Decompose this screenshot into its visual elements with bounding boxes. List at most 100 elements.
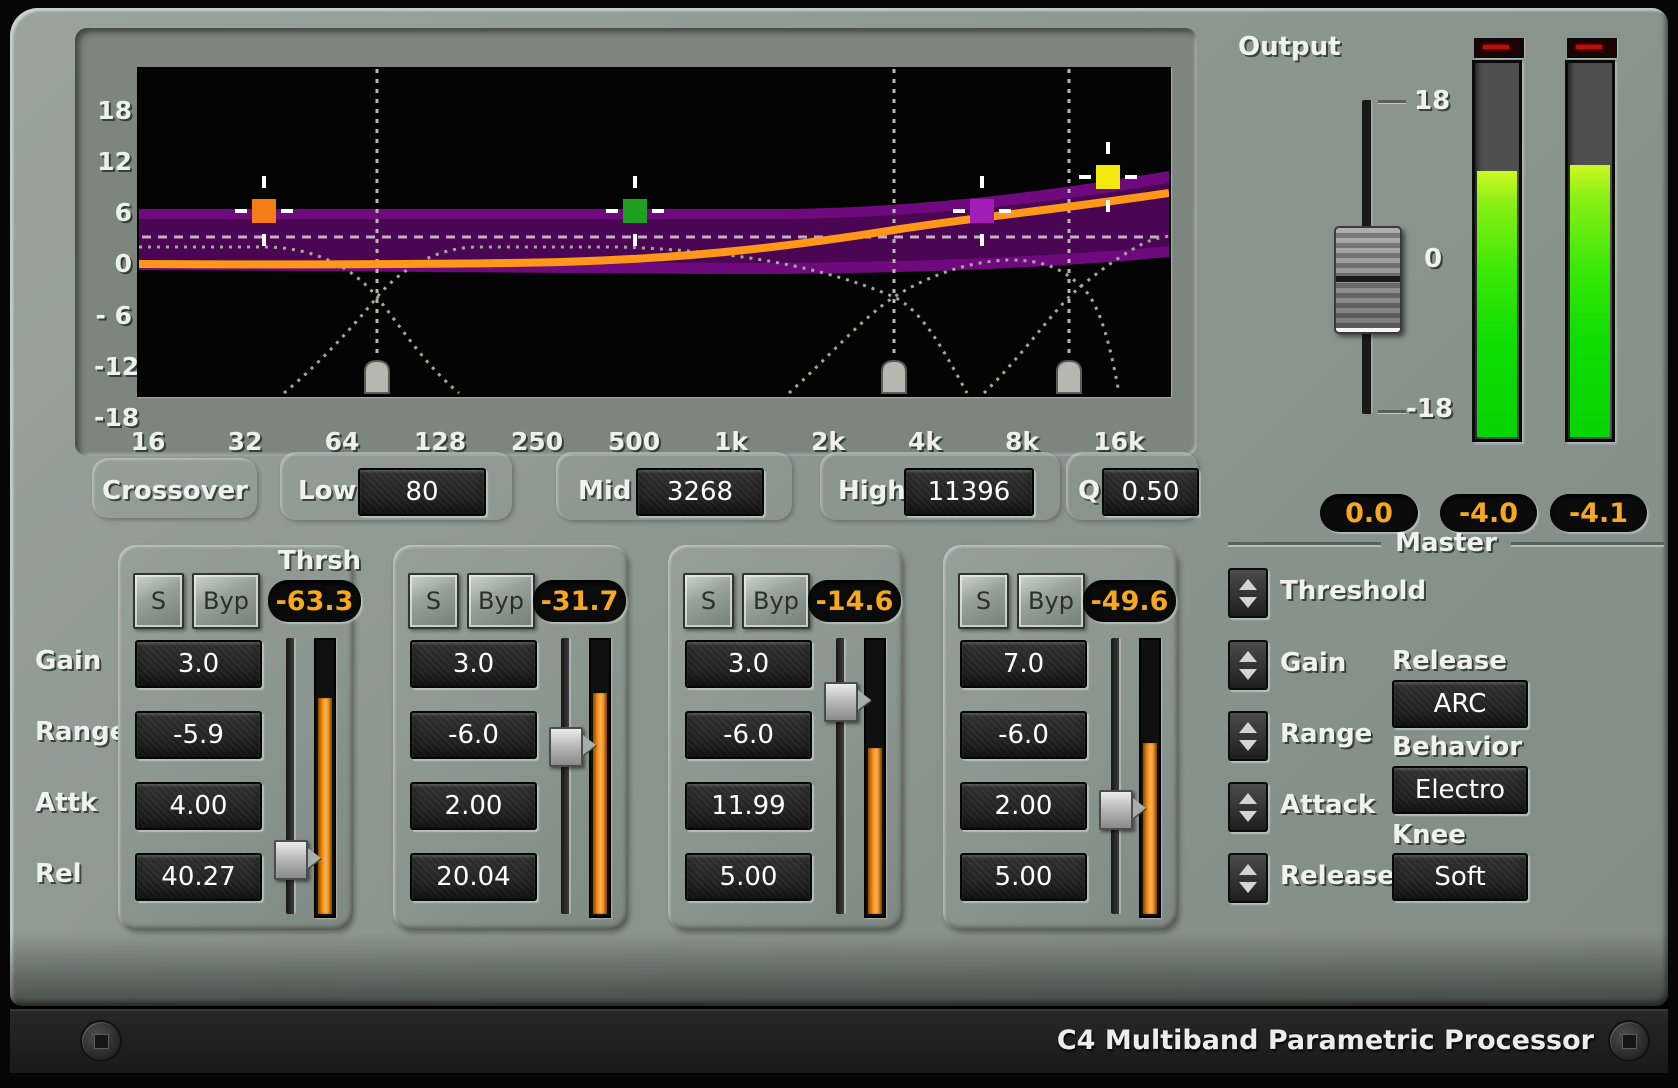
eq-curves	[139, 69, 1169, 395]
band4-gain-field[interactable]: 7.0	[960, 640, 1087, 688]
band2-range-field[interactable]: -6.0	[410, 711, 537, 759]
band2-threshold-track[interactable]	[561, 638, 571, 914]
master-threshold-spinner[interactable]	[1228, 568, 1268, 618]
clip-led-left[interactable]	[1474, 38, 1524, 58]
crossover-handle-low[interactable]	[365, 361, 389, 393]
band1-release-field[interactable]: 40.27	[135, 853, 262, 901]
band1-threshold-knob[interactable]	[274, 840, 308, 880]
range-row-label: Range	[35, 717, 127, 747]
output-scale-mid: 0	[1424, 244, 1442, 274]
clip-led-right[interactable]	[1567, 38, 1617, 58]
q-label: Q	[1078, 476, 1100, 506]
release-mode-button[interactable]: ARC	[1392, 680, 1528, 728]
plugin-title: C4 Multiband Parametric Processor	[1057, 1009, 1594, 1073]
band4-release-field[interactable]: 5.00	[960, 853, 1087, 901]
band2-threshold-readout[interactable]: -31.7	[533, 580, 626, 622]
fader-tick-top	[1378, 100, 1406, 103]
y-tick: - 6	[94, 301, 132, 330]
band3-threshold-track[interactable]	[836, 638, 846, 914]
master-release-label: Release	[1280, 861, 1395, 891]
q-field[interactable]: 0.50	[1102, 468, 1199, 516]
band3-release-field[interactable]: 5.00	[685, 853, 812, 901]
meter-fill-right	[1570, 165, 1610, 437]
output-scale-bottom: -18	[1406, 394, 1453, 424]
x-tick: 16	[113, 427, 183, 456]
waves-logo-icon	[80, 1020, 122, 1062]
band4-threshold-readout[interactable]: -49.6	[1083, 580, 1176, 622]
band3-threshold-readout[interactable]: -14.6	[808, 580, 901, 622]
band4-reduction-fill	[1143, 743, 1157, 914]
band3-gain-field[interactable]: 3.0	[685, 640, 812, 688]
master-gain-spinner[interactable]	[1228, 640, 1268, 690]
band2-gain-field[interactable]: 3.0	[410, 640, 537, 688]
band1-solo-button[interactable]: S	[133, 573, 184, 629]
fader-tick-bottom	[1378, 410, 1406, 413]
master-title: Master	[1395, 528, 1497, 558]
crossover-handle-high[interactable]	[1057, 361, 1081, 393]
band2-bypass-button[interactable]: Byp	[467, 573, 535, 629]
band2-reduction-fill	[593, 693, 607, 914]
band4-bypass-button[interactable]: Byp	[1017, 573, 1085, 629]
band1-bypass-button[interactable]: Byp	[192, 573, 260, 629]
knee-button[interactable]: Soft	[1392, 853, 1528, 901]
band3-solo-button[interactable]: S	[683, 573, 734, 629]
band1-reduction-fill	[318, 698, 332, 914]
band4-threshold-track[interactable]	[1111, 638, 1121, 914]
x-tick: 250	[502, 427, 572, 456]
master-attack-spinner[interactable]	[1228, 782, 1268, 832]
band3-attack-field[interactable]: 11.99	[685, 782, 812, 830]
y-tick: 0	[94, 249, 132, 278]
crossover-handle-mid[interactable]	[882, 361, 906, 393]
band1-thresh-label: Thrsh	[278, 546, 361, 576]
peak-readout-left[interactable]: -4.0	[1440, 494, 1537, 532]
master-range-spinner[interactable]	[1228, 711, 1268, 761]
master-gain-label: Gain	[1280, 648, 1346, 678]
band3-reduction-fill	[868, 748, 882, 914]
y-tick: -12	[94, 352, 132, 381]
high-label: High	[838, 476, 906, 506]
title-bar: C4 Multiband Parametric Processor	[10, 1006, 1668, 1073]
low-crossover-field[interactable]: 80	[358, 468, 486, 516]
band4-attack-field[interactable]: 2.00	[960, 782, 1087, 830]
band1-gain-field[interactable]: 3.0	[135, 640, 262, 688]
band2-reduction-meter	[589, 638, 611, 918]
mid-crossover-field[interactable]: 3268	[636, 468, 764, 516]
waves-logo-icon	[1608, 1020, 1650, 1062]
y-tick: 12	[94, 147, 132, 176]
master-release-spinner[interactable]	[1228, 853, 1268, 903]
master-threshold-label: Threshold	[1280, 576, 1426, 606]
band3-range-field[interactable]: -6.0	[685, 711, 812, 759]
band3-reduction-meter	[864, 638, 886, 918]
band3-bypass-button[interactable]: Byp	[742, 573, 810, 629]
behavior-button[interactable]: Electro	[1392, 766, 1528, 814]
output-scale-top: 18	[1414, 86, 1450, 116]
band3-threshold-knob[interactable]	[824, 682, 858, 722]
band4-solo-button[interactable]: S	[958, 573, 1009, 629]
mid-label: Mid	[578, 476, 631, 506]
knee-label: Knee	[1392, 820, 1466, 850]
behavior-label: Behavior	[1392, 732, 1522, 762]
release-mode-label: Release	[1392, 646, 1507, 676]
output-label: Output	[1238, 32, 1341, 62]
divider-line	[1511, 542, 1664, 545]
band2-attack-field[interactable]: 2.00	[410, 782, 537, 830]
band2-release-field[interactable]: 20.04	[410, 853, 537, 901]
c4-plugin-window: 18 12 6 0 - 6 -12 -18 16 32 64 128 250 5…	[0, 0, 1678, 1088]
high-crossover-field[interactable]: 11396	[904, 468, 1034, 516]
peak-readout-right[interactable]: -4.1	[1550, 494, 1647, 532]
band4-range-field[interactable]: -6.0	[960, 711, 1087, 759]
band4-threshold-knob[interactable]	[1099, 790, 1133, 830]
output-gain-readout[interactable]: 0.0	[1320, 494, 1418, 532]
x-tick: 32	[210, 427, 280, 456]
band2-solo-button[interactable]: S	[408, 573, 459, 629]
gain-row-label: Gain	[35, 646, 101, 676]
band1-range-field[interactable]: -5.9	[135, 711, 262, 759]
y-tick: 6	[94, 198, 132, 227]
output-meter-right	[1565, 60, 1615, 442]
output-fader-knob[interactable]	[1334, 226, 1402, 334]
band2-threshold-knob[interactable]	[549, 727, 583, 767]
band1-reduction-meter	[314, 638, 336, 918]
band1-threshold-readout[interactable]: -63.3	[268, 580, 361, 622]
band1-attack-field[interactable]: 4.00	[135, 782, 262, 830]
master-range-label: Range	[1280, 719, 1372, 749]
